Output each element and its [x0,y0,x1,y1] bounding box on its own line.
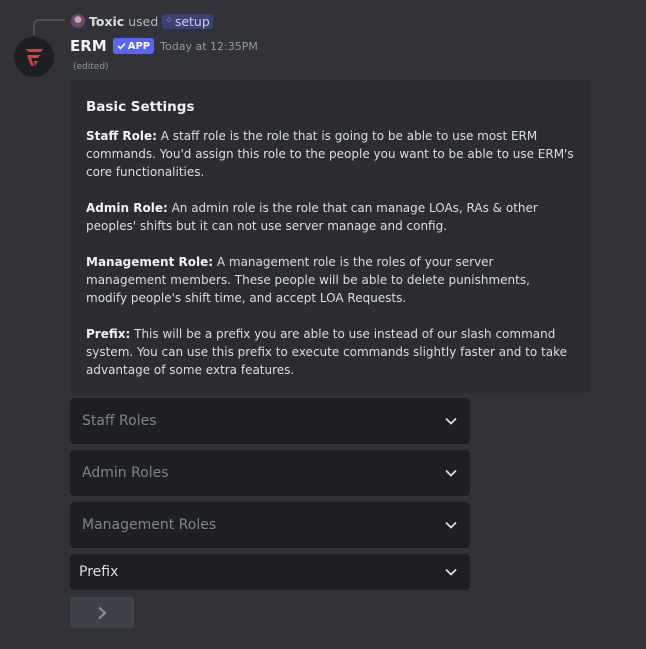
section-label: Staff Role: [86,129,157,143]
staff-roles-select[interactable]: Staff Roles [70,398,470,444]
management-role-section: Management Role: A management role is th… [86,253,574,307]
staff-role-section: Staff Role: A staff role is the role tha… [86,127,574,181]
message-header: ERM APP Today at 12:35PM [70,36,258,56]
section-text: This will be a prefix you are able to us… [86,327,567,377]
reply-connector [33,19,65,35]
section-label: Admin Role: [86,201,168,215]
slash-command-link[interactable]: ⁘ setup [162,13,213,29]
chevron-right-icon [98,606,107,619]
app-badge: APP [112,38,155,54]
chevron-down-icon [445,469,457,477]
settings-embed: Basic Settings Staff Role: A staff role … [70,80,590,393]
chevron-down-icon [445,417,457,425]
admin-roles-select[interactable]: Admin Roles [70,450,470,496]
prefix-select[interactable]: Prefix [70,554,470,590]
bot-name[interactable]: ERM [70,37,107,55]
erm-logo-icon [14,37,54,77]
admin-role-section: Admin Role: An admin role is the role th… [86,199,574,235]
select-placeholder: Staff Roles [82,413,157,429]
section-text: A staff role is the role that is going t… [86,129,574,179]
reply-username[interactable]: Toxic [89,14,124,29]
next-page-button[interactable] [70,597,134,628]
command-icon: ⁘ [165,16,173,26]
verified-check-icon [117,42,126,50]
bot-avatar[interactable] [14,37,54,77]
embed-description: Staff Role: A staff role is the role tha… [86,127,574,379]
edited-label: (edited) [73,62,109,72]
management-roles-select[interactable]: Management Roles [70,502,470,548]
command-name: setup [174,13,210,29]
reply-used-text: used [128,13,159,29]
section-label: Management Role: [86,255,214,269]
app-badge-label: APP [127,40,151,52]
reply-context[interactable]: Toxic used ⁘ setup [71,12,213,30]
embed-title: Basic Settings [86,99,195,115]
chevron-down-icon [445,521,457,529]
chevron-down-icon [445,568,457,576]
select-placeholder: Management Roles [82,517,217,533]
user-avatar[interactable] [71,14,85,28]
prefix-section: Prefix: This will be a prefix you are ab… [86,325,574,379]
message-timestamp[interactable]: Today at 12:35PM [160,40,258,53]
select-value: Prefix [79,564,119,580]
section-label: Prefix: [86,327,131,341]
select-placeholder: Admin Roles [82,465,169,481]
